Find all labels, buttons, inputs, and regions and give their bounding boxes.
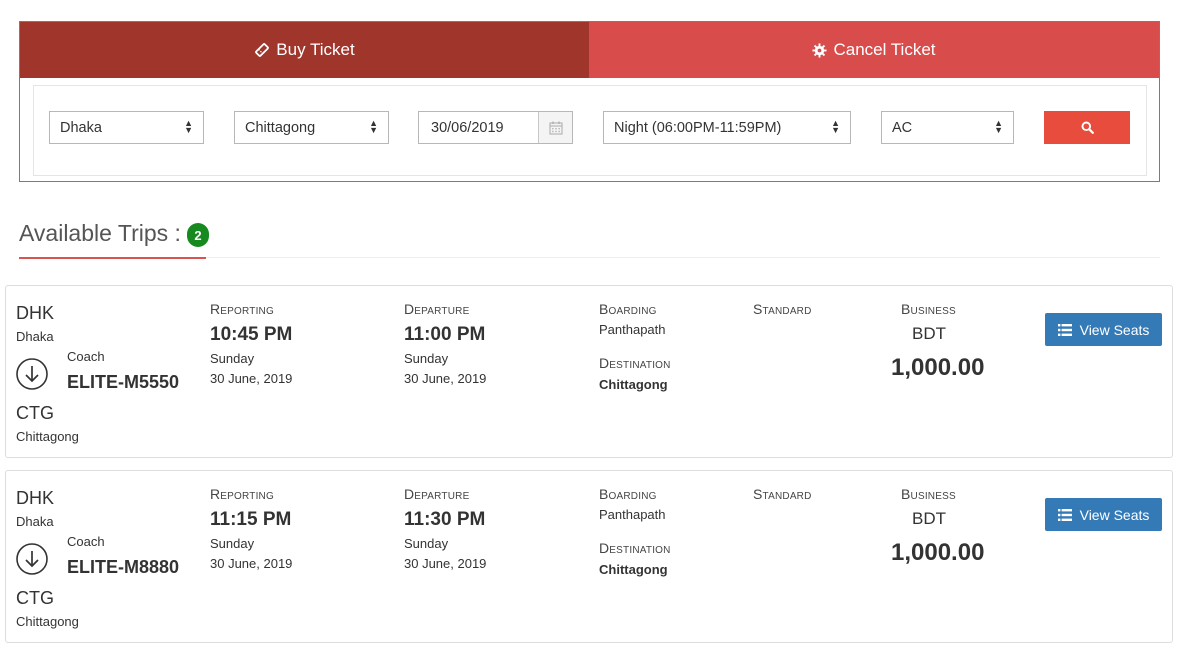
- to-city: Chittagong: [16, 429, 79, 444]
- search-form: Dhaka ▲ ▼ Chittagong ▲ ▼ 30/06/2019 Nigh…: [33, 85, 1147, 176]
- view-seats-label: View Seats: [1079, 506, 1150, 523]
- reporting-label: Reporting: [210, 486, 274, 502]
- boarding-label: Boarding: [599, 301, 657, 317]
- coach-name: ELITE-M8880: [67, 557, 180, 577]
- reporting-time: 11:15 PM: [210, 509, 292, 530]
- shift-select[interactable]: Night (06:00PM-11:59PM) ▲ ▼: [603, 111, 851, 144]
- reporting-date: 30 June, 2019: [210, 371, 293, 386]
- view-seats-button[interactable]: View Seats: [1045, 498, 1162, 531]
- boarding-value: Panthapath: [599, 322, 666, 337]
- destination-value: Chittagong: [599, 562, 668, 577]
- tab-buy-label: Buy Ticket: [276, 40, 355, 59]
- departure-label: Departure: [404, 301, 470, 317]
- date-field[interactable]: 30/06/2019: [418, 111, 573, 144]
- reporting-day: Sunday: [210, 536, 255, 551]
- reporting-date: 30 June, 2019: [210, 556, 293, 571]
- business-label: Business: [901, 301, 956, 317]
- list-icon: [1057, 323, 1072, 336]
- price: 1,000.00: [891, 354, 985, 381]
- sort-arrows-icon: ▲ ▼: [831, 118, 840, 135]
- calendar-icon[interactable]: [538, 112, 572, 143]
- departure-label: Departure: [404, 486, 470, 502]
- available-trips-label: Available Trips :: [19, 220, 181, 246]
- boarding-value: Panthapath: [599, 507, 666, 522]
- tab-cancel-ticket[interactable]: Cancel Ticket: [589, 22, 1159, 78]
- class-value: AC: [892, 119, 913, 136]
- coach-label: Coach: [67, 534, 105, 549]
- from-city: Dhaka: [16, 514, 54, 529]
- business-label: Business: [901, 486, 956, 502]
- sort-arrows-icon: ▲ ▼: [369, 118, 378, 135]
- gear-icon: [812, 42, 827, 58]
- view-seats-label: View Seats: [1079, 321, 1150, 338]
- to-select[interactable]: Chittagong ▲ ▼: [234, 111, 389, 144]
- currency: BDT: [912, 324, 946, 343]
- date-value: 30/06/2019: [431, 119, 504, 136]
- departure-day: Sunday: [404, 536, 449, 551]
- price: 1,000.00: [891, 539, 985, 566]
- from-code: DHK: [16, 488, 55, 508]
- shift-value: Night (06:00PM-11:59PM): [614, 119, 782, 136]
- departure-day: Sunday: [404, 351, 449, 366]
- search-icon: [1081, 121, 1094, 134]
- booking-panel: Buy Ticket Cancel Ticket Dhaka ▲ ▼ Chitt…: [19, 21, 1160, 182]
- trip-card: DHK Dhaka Coach ELITE-M5550 CTG Chittago…: [5, 285, 1173, 458]
- reporting-time: 10:45 PM: [210, 324, 293, 345]
- tab-buy-ticket[interactable]: Buy Ticket: [20, 22, 589, 78]
- tab-cancel-label: Cancel Ticket: [833, 40, 936, 59]
- to-value: Chittagong: [245, 119, 316, 136]
- boarding-label: Boarding: [599, 486, 657, 502]
- standard-label: Standard: [753, 301, 812, 317]
- coach-name: ELITE-M5550: [67, 372, 180, 392]
- ticket-tabs: Buy Ticket Cancel Ticket: [20, 22, 1159, 78]
- from-code: DHK: [16, 303, 55, 323]
- from-value: Dhaka: [60, 119, 102, 136]
- departure-time: 11:30 PM: [404, 509, 486, 530]
- departure-time: 11:00 PM: [404, 324, 486, 345]
- coach-label: Coach: [67, 349, 105, 364]
- currency: BDT: [912, 509, 946, 528]
- ticket-icon: [255, 43, 270, 57]
- trip-count-badge: 2: [186, 223, 209, 247]
- trip-card: DHK Dhaka Coach ELITE-M8880 CTG Chittago…: [5, 470, 1173, 643]
- class-select[interactable]: AC ▲ ▼: [881, 111, 1014, 144]
- sort-arrows-icon: ▲ ▼: [994, 118, 1003, 135]
- from-city: Dhaka: [16, 329, 54, 344]
- reporting-day: Sunday: [210, 351, 255, 366]
- destination-label: Destination: [599, 540, 671, 556]
- from-select[interactable]: Dhaka ▲ ▼: [49, 111, 204, 144]
- sort-arrows-icon: ▲ ▼: [184, 118, 193, 135]
- heading-underline: [19, 257, 206, 259]
- arrow-down-circle-icon: [16, 358, 48, 390]
- to-city: Chittagong: [16, 614, 79, 629]
- list-icon: [1057, 508, 1072, 521]
- destination-label: Destination: [599, 355, 671, 371]
- view-seats-button[interactable]: View Seats: [1045, 313, 1162, 346]
- standard-label: Standard: [753, 486, 812, 502]
- available-trips-heading: Available Trips : 2: [19, 220, 209, 247]
- destination-value: Chittagong: [599, 377, 668, 392]
- reporting-label: Reporting: [210, 301, 274, 317]
- departure-date: 30 June, 2019: [404, 371, 487, 386]
- to-code: CTG: [16, 588, 54, 608]
- departure-date: 30 June, 2019: [404, 556, 487, 571]
- search-button[interactable]: [1044, 111, 1130, 144]
- to-code: CTG: [16, 403, 54, 423]
- arrow-down-circle-icon: [16, 543, 48, 575]
